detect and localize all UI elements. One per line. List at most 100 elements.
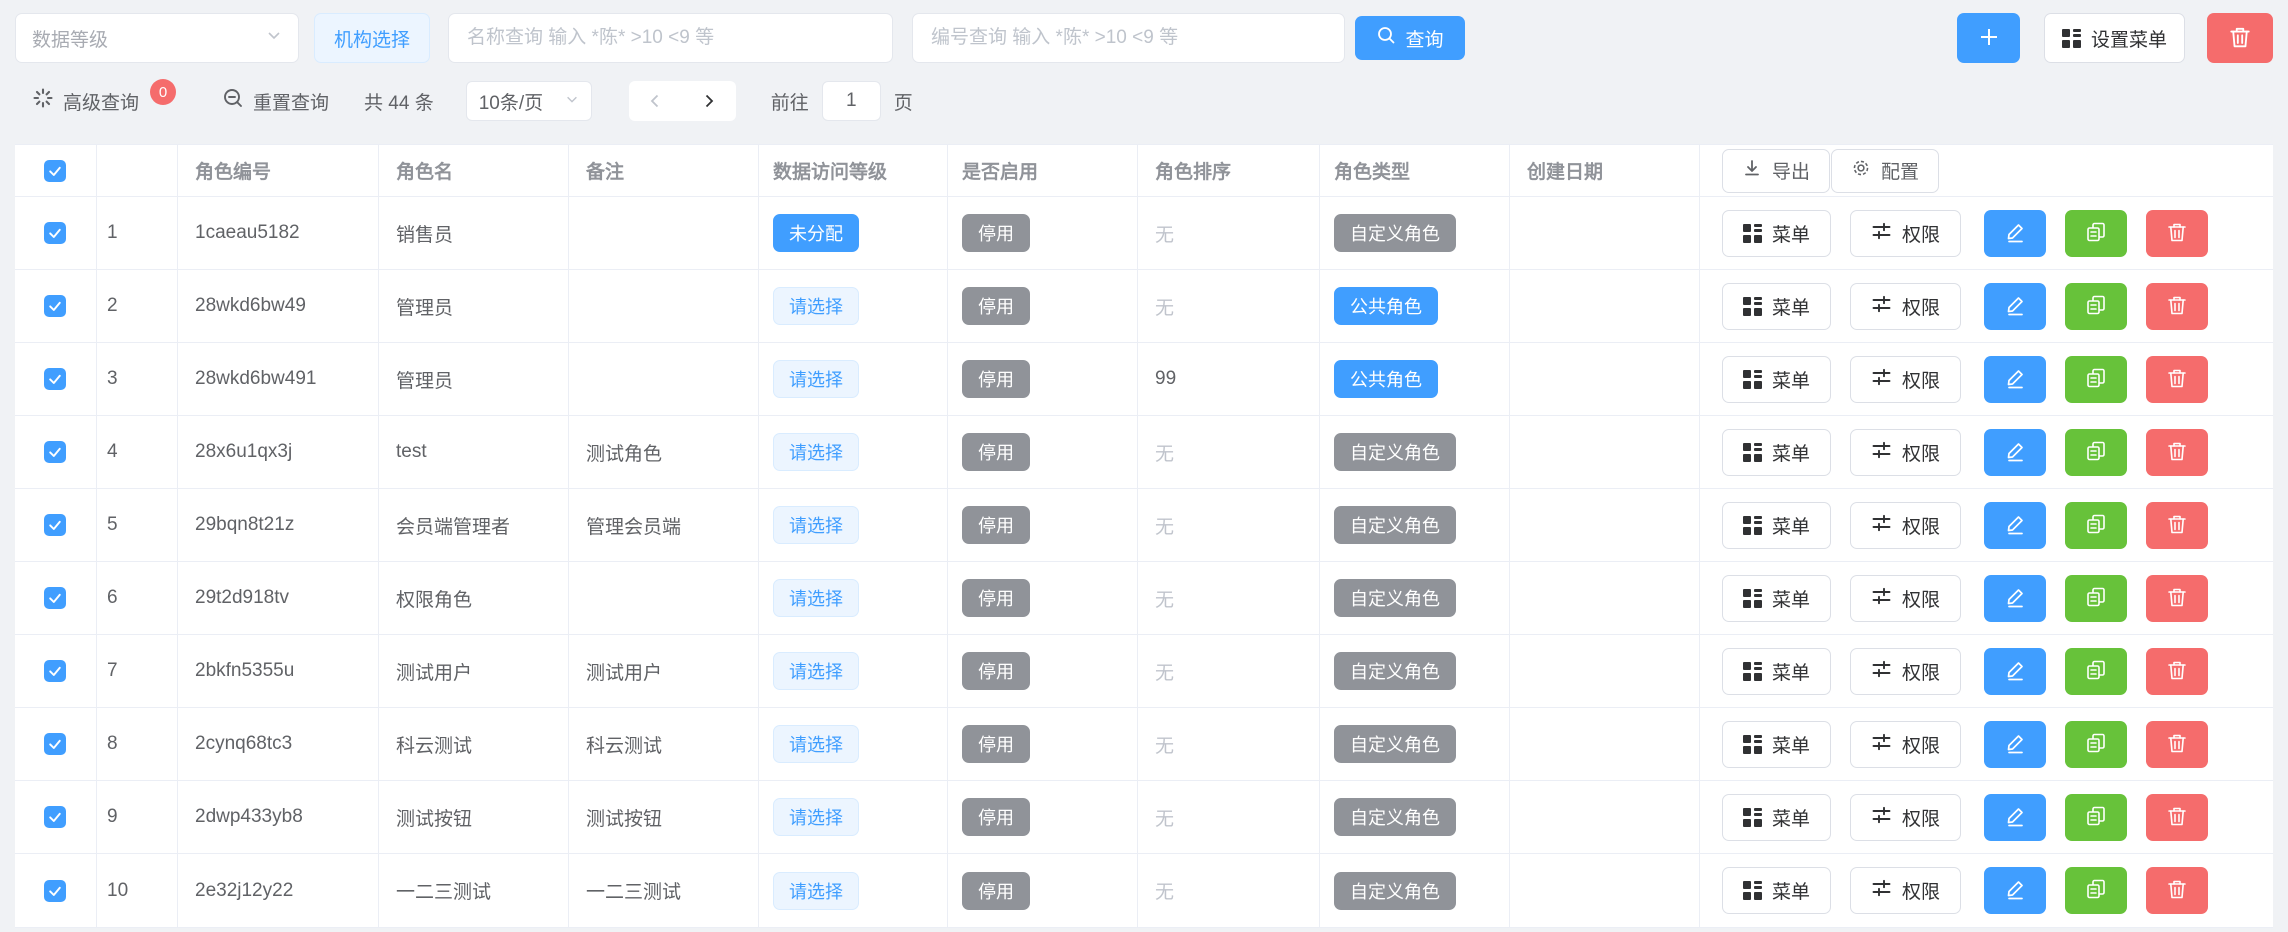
access-level-badge[interactable]: 请选择 bbox=[773, 652, 859, 690]
row-edit-button[interactable] bbox=[1984, 721, 2046, 768]
row-menu-button[interactable]: 菜单 bbox=[1722, 794, 1831, 841]
row-copy-button[interactable] bbox=[2065, 867, 2127, 914]
enabled-badge[interactable]: 停用 bbox=[962, 214, 1030, 252]
page-size-select[interactable]: 10条/页 bbox=[466, 81, 592, 121]
search-button[interactable]: 查询 bbox=[1355, 16, 1465, 60]
menu-settings-button[interactable]: 设置菜单 bbox=[2044, 13, 2185, 63]
row-edit-button[interactable] bbox=[1984, 429, 2046, 476]
row-permission-button[interactable]: 权限 bbox=[1850, 867, 1961, 914]
row-checkbox[interactable] bbox=[44, 514, 66, 536]
row-delete-button[interactable] bbox=[2146, 429, 2208, 476]
row-edit-button[interactable] bbox=[1984, 648, 2046, 695]
row-copy-button[interactable] bbox=[2065, 502, 2127, 549]
row-copy-button[interactable] bbox=[2065, 429, 2127, 476]
row-checkbox[interactable] bbox=[44, 733, 66, 755]
row-menu-button[interactable]: 菜单 bbox=[1722, 648, 1831, 695]
access-level-badge[interactable]: 未分配 bbox=[773, 214, 859, 252]
sort-value: 无 bbox=[1155, 877, 1174, 904]
access-level-badge[interactable]: 请选择 bbox=[773, 433, 859, 471]
edit-pencil-icon bbox=[2004, 659, 2026, 684]
row-delete-button[interactable] bbox=[2146, 648, 2208, 695]
enabled-badge[interactable]: 停用 bbox=[962, 725, 1030, 763]
row-edit-button[interactable] bbox=[1984, 210, 2046, 257]
row-delete-button[interactable] bbox=[2146, 210, 2208, 257]
org-select-button[interactable]: 机构选择 bbox=[314, 13, 430, 63]
row-edit-button[interactable] bbox=[1984, 575, 2046, 622]
row-edit-button[interactable] bbox=[1984, 356, 2046, 403]
row-menu-button[interactable]: 菜单 bbox=[1722, 356, 1831, 403]
row-permission-button[interactable]: 权限 bbox=[1850, 356, 1961, 403]
row-permission-button[interactable]: 权限 bbox=[1850, 721, 1961, 768]
row-checkbox[interactable] bbox=[44, 587, 66, 609]
row-delete-button[interactable] bbox=[2146, 867, 2208, 914]
row-permission-button[interactable]: 权限 bbox=[1850, 648, 1961, 695]
row-permission-button[interactable]: 权限 bbox=[1850, 210, 1961, 257]
row-checkbox[interactable] bbox=[44, 295, 66, 317]
enabled-badge[interactable]: 停用 bbox=[962, 506, 1030, 544]
row-delete-button[interactable] bbox=[2146, 721, 2208, 768]
row-permission-button[interactable]: 权限 bbox=[1850, 502, 1961, 549]
row-checkbox[interactable] bbox=[44, 368, 66, 390]
goto-page-input[interactable] bbox=[822, 81, 881, 121]
enabled-badge[interactable]: 停用 bbox=[962, 360, 1030, 398]
row-edit-button[interactable] bbox=[1984, 283, 2046, 330]
row-delete-button[interactable] bbox=[2146, 283, 2208, 330]
row-menu-button[interactable]: 菜单 bbox=[1722, 210, 1831, 257]
access-level-badge[interactable]: 请选择 bbox=[773, 798, 859, 836]
config-button[interactable]: 配置 bbox=[1831, 149, 1939, 193]
add-button[interactable] bbox=[1957, 13, 2020, 63]
enabled-badge[interactable]: 停用 bbox=[962, 433, 1030, 471]
row-copy-button[interactable] bbox=[2065, 356, 2127, 403]
access-level-badge[interactable]: 请选择 bbox=[773, 872, 859, 910]
reset-query-button[interactable]: 重置查询 bbox=[222, 87, 329, 115]
row-checkbox[interactable] bbox=[44, 222, 66, 244]
row-permission-button[interactable]: 权限 bbox=[1850, 283, 1961, 330]
row-checkbox[interactable] bbox=[44, 441, 66, 463]
access-level-badge[interactable]: 请选择 bbox=[773, 725, 859, 763]
sliders-icon bbox=[1871, 804, 1892, 831]
select-all-checkbox[interactable] bbox=[44, 160, 66, 182]
enabled-badge[interactable]: 停用 bbox=[962, 287, 1030, 325]
row-menu-button[interactable]: 菜单 bbox=[1722, 575, 1831, 622]
row-menu-button[interactable]: 菜单 bbox=[1722, 721, 1831, 768]
prev-page-button[interactable] bbox=[629, 81, 683, 121]
code-query-input[interactable] bbox=[912, 13, 1345, 63]
row-checkbox[interactable] bbox=[44, 880, 66, 902]
row-delete-button[interactable] bbox=[2146, 502, 2208, 549]
access-level-badge[interactable]: 请选择 bbox=[773, 360, 859, 398]
row-copy-button[interactable] bbox=[2065, 283, 2127, 330]
row-menu-button[interactable]: 菜单 bbox=[1722, 429, 1831, 476]
row-permission-button[interactable]: 权限 bbox=[1850, 794, 1961, 841]
row-permission-button[interactable]: 权限 bbox=[1850, 575, 1961, 622]
row-checkbox[interactable] bbox=[44, 660, 66, 682]
row-menu-button[interactable]: 菜单 bbox=[1722, 283, 1831, 330]
row-permission-button[interactable]: 权限 bbox=[1850, 429, 1961, 476]
row-menu-button[interactable]: 菜单 bbox=[1722, 867, 1831, 914]
row-delete-button[interactable] bbox=[2146, 575, 2208, 622]
row-copy-button[interactable] bbox=[2065, 794, 2127, 841]
enabled-badge[interactable]: 停用 bbox=[962, 872, 1030, 910]
access-level-badge[interactable]: 请选择 bbox=[773, 506, 859, 544]
row-edit-button[interactable] bbox=[1984, 502, 2046, 549]
row-checkbox[interactable] bbox=[44, 806, 66, 828]
enabled-badge[interactable]: 停用 bbox=[962, 652, 1030, 690]
data-level-select[interactable]: 数据等级 bbox=[15, 13, 299, 63]
enabled-badge[interactable]: 停用 bbox=[962, 798, 1030, 836]
name-query-input[interactable] bbox=[448, 13, 893, 63]
batch-delete-button[interactable] bbox=[2207, 13, 2273, 63]
row-copy-button[interactable] bbox=[2065, 575, 2127, 622]
row-copy-button[interactable] bbox=[2065, 210, 2127, 257]
access-level-badge[interactable]: 请选择 bbox=[773, 579, 859, 617]
row-edit-button[interactable] bbox=[1984, 794, 2046, 841]
row-menu-button[interactable]: 菜单 bbox=[1722, 502, 1831, 549]
row-copy-button[interactable] bbox=[2065, 648, 2127, 695]
export-button[interactable]: 导出 bbox=[1722, 149, 1830, 193]
row-delete-button[interactable] bbox=[2146, 356, 2208, 403]
row-copy-button[interactable] bbox=[2065, 721, 2127, 768]
enabled-badge[interactable]: 停用 bbox=[962, 579, 1030, 617]
row-edit-button[interactable] bbox=[1984, 867, 2046, 914]
next-page-button[interactable] bbox=[682, 81, 736, 121]
access-level-badge[interactable]: 请选择 bbox=[773, 287, 859, 325]
row-delete-button[interactable] bbox=[2146, 794, 2208, 841]
advanced-query-button[interactable]: 高级查询 0 bbox=[32, 87, 176, 115]
